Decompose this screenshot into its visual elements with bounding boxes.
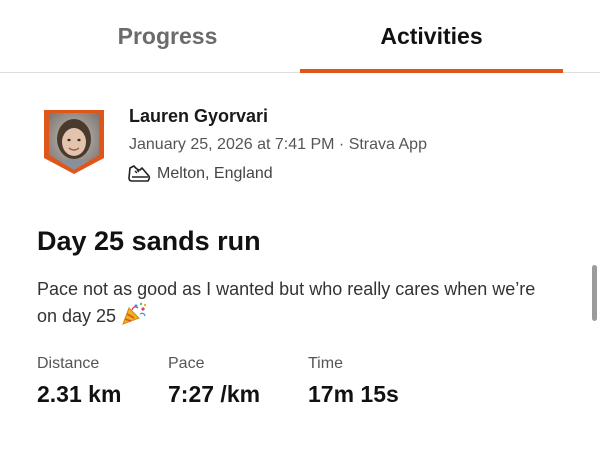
location-label: Melton, England (157, 165, 273, 182)
activity-description: Pace not as good as I wanted but who rea… (37, 276, 557, 329)
activity-location: Melton, England (127, 163, 273, 185)
time-label: Time (308, 355, 343, 372)
avatar[interactable] (43, 109, 105, 175)
pace-label: Pace (168, 355, 205, 372)
active-tab-indicator (300, 69, 563, 73)
activity-meta: January 25, 2026 at 7:41 PM · Strava App (129, 136, 427, 153)
tab-bar: Progress Activities (0, 0, 600, 72)
distance-value: 2.31 km (37, 381, 122, 407)
tab-activities-label: Activities (380, 22, 483, 49)
running-shoe-icon (128, 165, 151, 182)
activity-title[interactable]: Day 25 sands run (37, 226, 261, 257)
time-value: 17m 15s (308, 381, 399, 407)
party-popper-icon (122, 302, 147, 325)
athlete-name[interactable]: Lauren Gyorvari (129, 106, 268, 127)
description-text: Pace not as good as I wanted but who rea… (37, 279, 536, 326)
tab-activities[interactable]: Activities (300, 0, 563, 72)
tab-progress-label: Progress (117, 22, 218, 49)
tab-progress[interactable]: Progress (35, 0, 300, 72)
scrollbar[interactable] (592, 265, 597, 321)
pace-value: 7:27 /km (168, 381, 261, 407)
distance-label: Distance (37, 355, 100, 372)
